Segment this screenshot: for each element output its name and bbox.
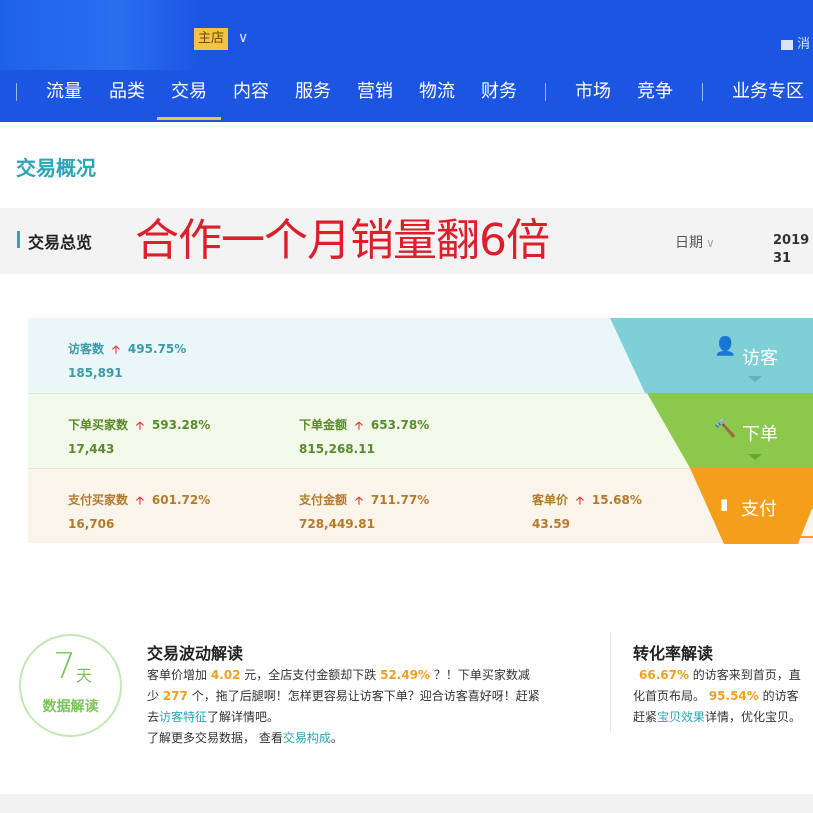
- chevron-down-icon: ∨: [706, 236, 715, 250]
- metric-name: 支付买家数: [68, 493, 129, 507]
- trade-analysis-line: 去访客特征了解详情吧。: [147, 710, 280, 724]
- metric-name: 客单价: [532, 493, 569, 507]
- conversion-analysis-title: 转化率解读: [633, 644, 714, 663]
- metric-change: 15.68%: [591, 493, 642, 507]
- card-divider: [610, 632, 611, 732]
- metric-pay-amount: 支付金额 🡡 711.77% 728,449.81: [299, 491, 429, 531]
- arrow-up-icon: 🡡: [136, 419, 144, 432]
- nav-item-service[interactable]: 服务: [295, 80, 331, 104]
- funnel-stage-visit: 访客: [742, 348, 778, 369]
- nav-item-marketing[interactable]: 营销: [357, 80, 393, 104]
- wallet-icon: ▮: [720, 495, 729, 513]
- metric-value: 43.59: [532, 517, 570, 531]
- date-label: 日期: [675, 235, 703, 251]
- arrow-up-icon: 🡡: [136, 494, 144, 507]
- nav-item-content[interactable]: 内容: [233, 80, 269, 104]
- arrow-up-icon: 🡡: [355, 494, 363, 507]
- nav-item-category[interactable]: 品类: [109, 80, 145, 104]
- date-value: 2019: [773, 233, 810, 248]
- metric-change: 711.77%: [370, 493, 430, 507]
- metric-name: 支付金额: [299, 493, 348, 507]
- hammer-icon: 🔨: [714, 418, 737, 439]
- funnel-row-pay: 支付买家数 🡡 601.72% 16,706 支付金额 🡡 711.77% 728,44…: [28, 468, 813, 543]
- nav-item-logistics[interactable]: 物流: [419, 80, 455, 104]
- metric-name: 下单金额: [299, 418, 348, 432]
- user-icon: 👤: [714, 336, 737, 357]
- top-header: 主店 ∨ 消 流量 品类 交易 内容 服务 营销 物流 财务 市场 竞争 业务专…: [0, 0, 813, 122]
- metric-name: 访客数: [68, 342, 105, 356]
- metric-change: 653.78%: [370, 418, 430, 432]
- funnel-stage-pay: 支付: [741, 499, 777, 520]
- metric-value: 728,449.81: [299, 517, 375, 531]
- metric-value: 17,443: [68, 442, 115, 456]
- metric-value: 185,891: [68, 366, 123, 380]
- overview-label: 交易总览: [28, 233, 93, 252]
- funnel-stage-order: 下单: [742, 424, 778, 445]
- nav-item-market[interactable]: 市场: [575, 80, 611, 104]
- date-picker[interactable]: 日期 ∨: [675, 232, 715, 252]
- metric-order-amount: 下单金额 🡡 653.78% 815,268.11: [299, 416, 429, 456]
- metric-visitors: 访客数 🡡 495.75% 185,891: [68, 340, 186, 380]
- section-accent: [17, 231, 20, 248]
- arrow-up-icon: 🡡: [112, 343, 120, 356]
- conversion-analysis-line: 化首页布局。 95.54% 的访客: [633, 689, 799, 703]
- metric-change: 495.75%: [127, 342, 187, 356]
- trade-analysis-line: 了解更多交易数据， 查看交易构成。: [147, 731, 343, 745]
- overview-bar: 交易总览 合作一个月销量翻6倍 日期 ∨ 2019 31: [0, 208, 813, 274]
- metric-value: 815,268.11: [299, 442, 375, 456]
- visitor-feature-link[interactable]: 访客特征: [159, 710, 207, 724]
- trade-analysis-title: 交易波动解读: [147, 644, 244, 663]
- date-value: 31: [773, 251, 792, 266]
- nav-item-finance[interactable]: 财务: [481, 80, 517, 104]
- promo-overlay-text: 合作一个月销量翻6倍: [135, 215, 550, 266]
- seven-day-badge[interactable]: 7 天 数据解读: [19, 634, 122, 737]
- trade-analysis-line: 少 277 个，拖了后腿啊！怎样更容易让访客下单？迎合访客喜好呀！赶紧: [147, 689, 540, 703]
- arrow-up-icon: 🡡: [355, 419, 363, 432]
- nav-divider: [16, 83, 17, 101]
- conversion-analysis-line: 66.67% 的访客来到首页，直: [639, 668, 801, 682]
- nav-item-business-zone[interactable]: 业务专区: [732, 80, 804, 104]
- page-title: 交易概况: [16, 156, 96, 180]
- footer-band: [0, 794, 813, 813]
- nav-item-traffic[interactable]: 流量: [46, 80, 82, 104]
- conversion-analysis-line: 赶紧宝贝效果详情，优化宝贝。: [633, 710, 802, 724]
- metric-unit-price: 客单价 🡡 15.68% 43.59: [532, 491, 642, 531]
- metric-order-buyers: 下单买家数 🡡 593.28% 17,443: [68, 416, 210, 456]
- nav-item-transaction[interactable]: 交易: [157, 80, 221, 120]
- store-badge: 主店: [194, 28, 229, 50]
- message-label: 消: [797, 37, 811, 52]
- trade-composition-link[interactable]: 交易构成: [283, 731, 331, 745]
- metric-change: 593.28%: [151, 418, 211, 432]
- nav-divider: [702, 83, 703, 101]
- trade-analysis-line: 客单价增加 4.02 元，全店支付金额却下跌 52.49% ？！下单买家数减: [147, 668, 530, 682]
- metric-value: 16,706: [68, 517, 115, 531]
- nav-item-competition[interactable]: 竞争: [637, 80, 673, 104]
- envelope-icon: [781, 39, 793, 50]
- metric-pay-buyers: 支付买家数 🡡 601.72% 16,706: [68, 491, 210, 531]
- metric-name: 下单买家数: [68, 418, 129, 432]
- funnel-row-visit: 访客数 🡡 495.75% 185,891: [28, 318, 813, 393]
- badge-number: 7: [53, 646, 76, 687]
- nav-divider: [545, 83, 546, 101]
- arrow-up-icon: 🡡: [576, 494, 584, 507]
- metric-change: 601.72%: [151, 493, 211, 507]
- main-nav: 流量 品类 交易 内容 服务 营销 物流 财务 市场 竞争 业务专区: [0, 72, 813, 122]
- store-name-area: [0, 0, 200, 70]
- funnel-row-order: 下单买家数 🡡 593.28% 17,443 下单金额 🡡 653.78% 815,26…: [28, 393, 813, 468]
- item-effect-link[interactable]: 宝贝效果: [657, 710, 705, 724]
- badge-label: 数据解读: [42, 699, 99, 715]
- badge-unit: 天: [76, 666, 93, 685]
- chevron-down-icon[interactable]: ∨: [238, 30, 248, 46]
- message-link[interactable]: 消: [781, 33, 810, 52]
